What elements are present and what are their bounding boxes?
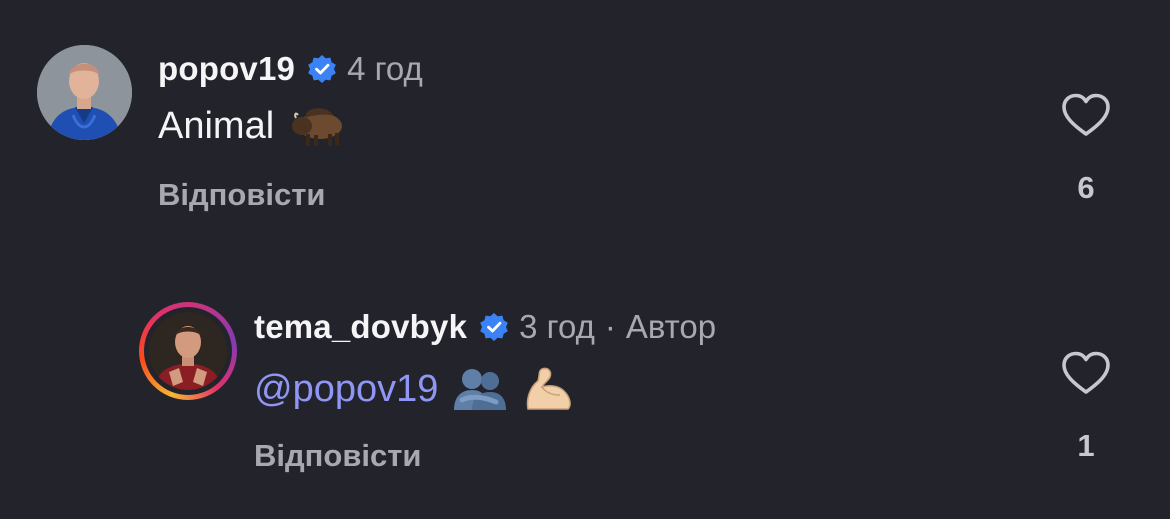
avatar-image <box>149 312 227 390</box>
comment-text: Animal <box>158 104 346 148</box>
username[interactable]: popov19 <box>158 50 295 88</box>
people-hugging-emoji <box>454 369 507 410</box>
bison-emoji <box>292 108 343 146</box>
comment-body: Animal <box>158 104 275 147</box>
verified-badge-icon <box>480 313 508 341</box>
separator: · <box>604 308 616 345</box>
comment-text: @popov19 <box>254 365 576 413</box>
like-count: 1 <box>1077 428 1095 463</box>
heart-icon[interactable] <box>1060 92 1112 138</box>
comment-header: popov19 4 год <box>158 50 423 88</box>
flexed-biceps-emoji <box>527 367 572 410</box>
username[interactable]: tema_dovbyk <box>254 308 467 346</box>
timestamp: 3 год <box>519 308 595 345</box>
reply-button[interactable]: Відповісти <box>254 438 422 474</box>
avatar[interactable] <box>37 45 132 140</box>
avatar[interactable] <box>149 312 227 390</box>
comment-popov19: popov19 4 год Animal Відповісти 6 <box>0 0 1170 260</box>
avatar-image <box>37 45 132 140</box>
verified-badge-icon <box>308 55 336 83</box>
mention-link[interactable]: @popov19 <box>254 368 438 411</box>
heart-icon[interactable] <box>1060 350 1112 396</box>
comment-header: tema_dovbyk 3 год · Автор <box>254 308 716 346</box>
timestamp: 4 год <box>347 50 423 87</box>
author-label: Автор <box>625 308 717 345</box>
reply-button[interactable]: Відповісти <box>158 177 326 213</box>
like-count: 6 <box>1077 170 1095 205</box>
comment-tema-dovbyk: tema_dovbyk 3 год · Автор @popov19 Відпо… <box>0 260 1170 519</box>
